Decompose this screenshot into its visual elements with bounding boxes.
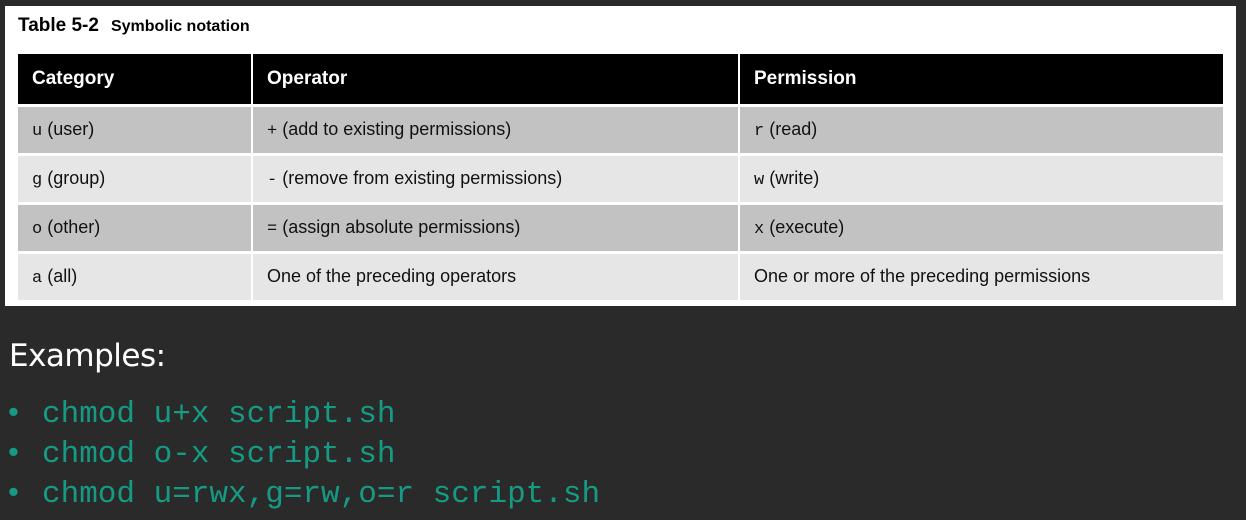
category-cell: o (other) xyxy=(18,202,253,253)
table-row: u (user) + (add to existing permissions)… xyxy=(18,104,1223,155)
category-cell: u (user) xyxy=(18,104,253,155)
operator-code: = xyxy=(267,220,278,239)
list-item: • chmod u+x script.sh xyxy=(8,392,600,432)
header-operator: Operator xyxy=(252,54,740,106)
operator-cell: One of the preceding operators xyxy=(252,251,740,300)
permission-text: One or more of the preceding permissions xyxy=(754,266,1091,286)
operator-code: - xyxy=(267,171,278,190)
category-code: a xyxy=(32,269,43,288)
header-category: Category xyxy=(18,54,253,106)
operator-text: One of the preceding operators xyxy=(267,266,517,286)
table-row: a (all) One of the preceding operators O… xyxy=(18,251,1223,300)
table-caption: Table 5-2 Symbolic notation xyxy=(18,15,250,37)
table-row: o (other) = (assign absolute permissions… xyxy=(18,202,1223,253)
examples-list: • chmod u+x script.sh • chmod o-x script.s… xyxy=(8,392,600,512)
permission-cell: r (read) xyxy=(739,104,1223,155)
table-row: g (group) - (remove from existing permis… xyxy=(18,153,1223,204)
category-text: (user) xyxy=(42,119,95,139)
symbolic-notation-table: Category Operator Permission u (user) + … xyxy=(18,54,1223,300)
operator-code: + xyxy=(267,122,278,141)
bullet-icon: • xyxy=(8,434,19,469)
header-permission: Permission xyxy=(739,54,1223,106)
examples-heading: Examples: xyxy=(9,338,166,374)
operator-text: (remove from existing permissions) xyxy=(277,168,563,188)
permission-text: (write) xyxy=(764,168,820,188)
example-command: chmod o-x script.sh xyxy=(42,437,396,472)
operator-text: (assign absolute permissions) xyxy=(277,217,521,237)
table-header-row: Category Operator Permission xyxy=(18,54,1223,106)
operator-cell: + (add to existing permissions) xyxy=(252,104,740,155)
permission-cell: w (write) xyxy=(739,153,1223,204)
bullet-icon: • xyxy=(8,394,19,429)
permission-cell: One or more of the preceding permissions xyxy=(739,251,1223,300)
bullet-icon: • xyxy=(8,474,19,509)
category-code: o xyxy=(32,220,43,239)
example-command: chmod u=rwx,g=rw,o=r script.sh xyxy=(42,477,601,512)
permission-text: (read) xyxy=(764,119,818,139)
slide: Table 5-2 Symbolic notation Category Oper… xyxy=(0,0,1246,520)
category-cell: a (all) xyxy=(18,251,253,300)
list-item: • chmod u=rwx,g=rw,o=r script.sh xyxy=(8,472,600,512)
permission-code: x xyxy=(754,220,765,239)
permission-cell: x (execute) xyxy=(739,202,1223,253)
table-panel: Table 5-2 Symbolic notation Category Oper… xyxy=(5,6,1236,306)
table-title: Symbolic notation xyxy=(110,18,250,35)
list-item: • chmod o-x script.sh xyxy=(8,432,600,472)
permission-text: (execute) xyxy=(764,217,845,237)
category-code: g xyxy=(32,171,43,190)
category-text: (other) xyxy=(42,217,101,237)
operator-text: (add to existing permissions) xyxy=(277,119,512,139)
category-code: u xyxy=(32,122,43,141)
permission-code: w xyxy=(754,171,765,190)
example-command: chmod u+x script.sh xyxy=(42,397,396,432)
operator-cell: = (assign absolute permissions) xyxy=(252,202,740,253)
category-text: (all) xyxy=(42,266,78,286)
permission-code: r xyxy=(754,122,765,141)
category-text: (group) xyxy=(42,168,106,188)
operator-cell: - (remove from existing permissions) xyxy=(252,153,740,204)
table-number: Table 5-2 xyxy=(18,15,99,36)
category-cell: g (group) xyxy=(18,153,253,204)
